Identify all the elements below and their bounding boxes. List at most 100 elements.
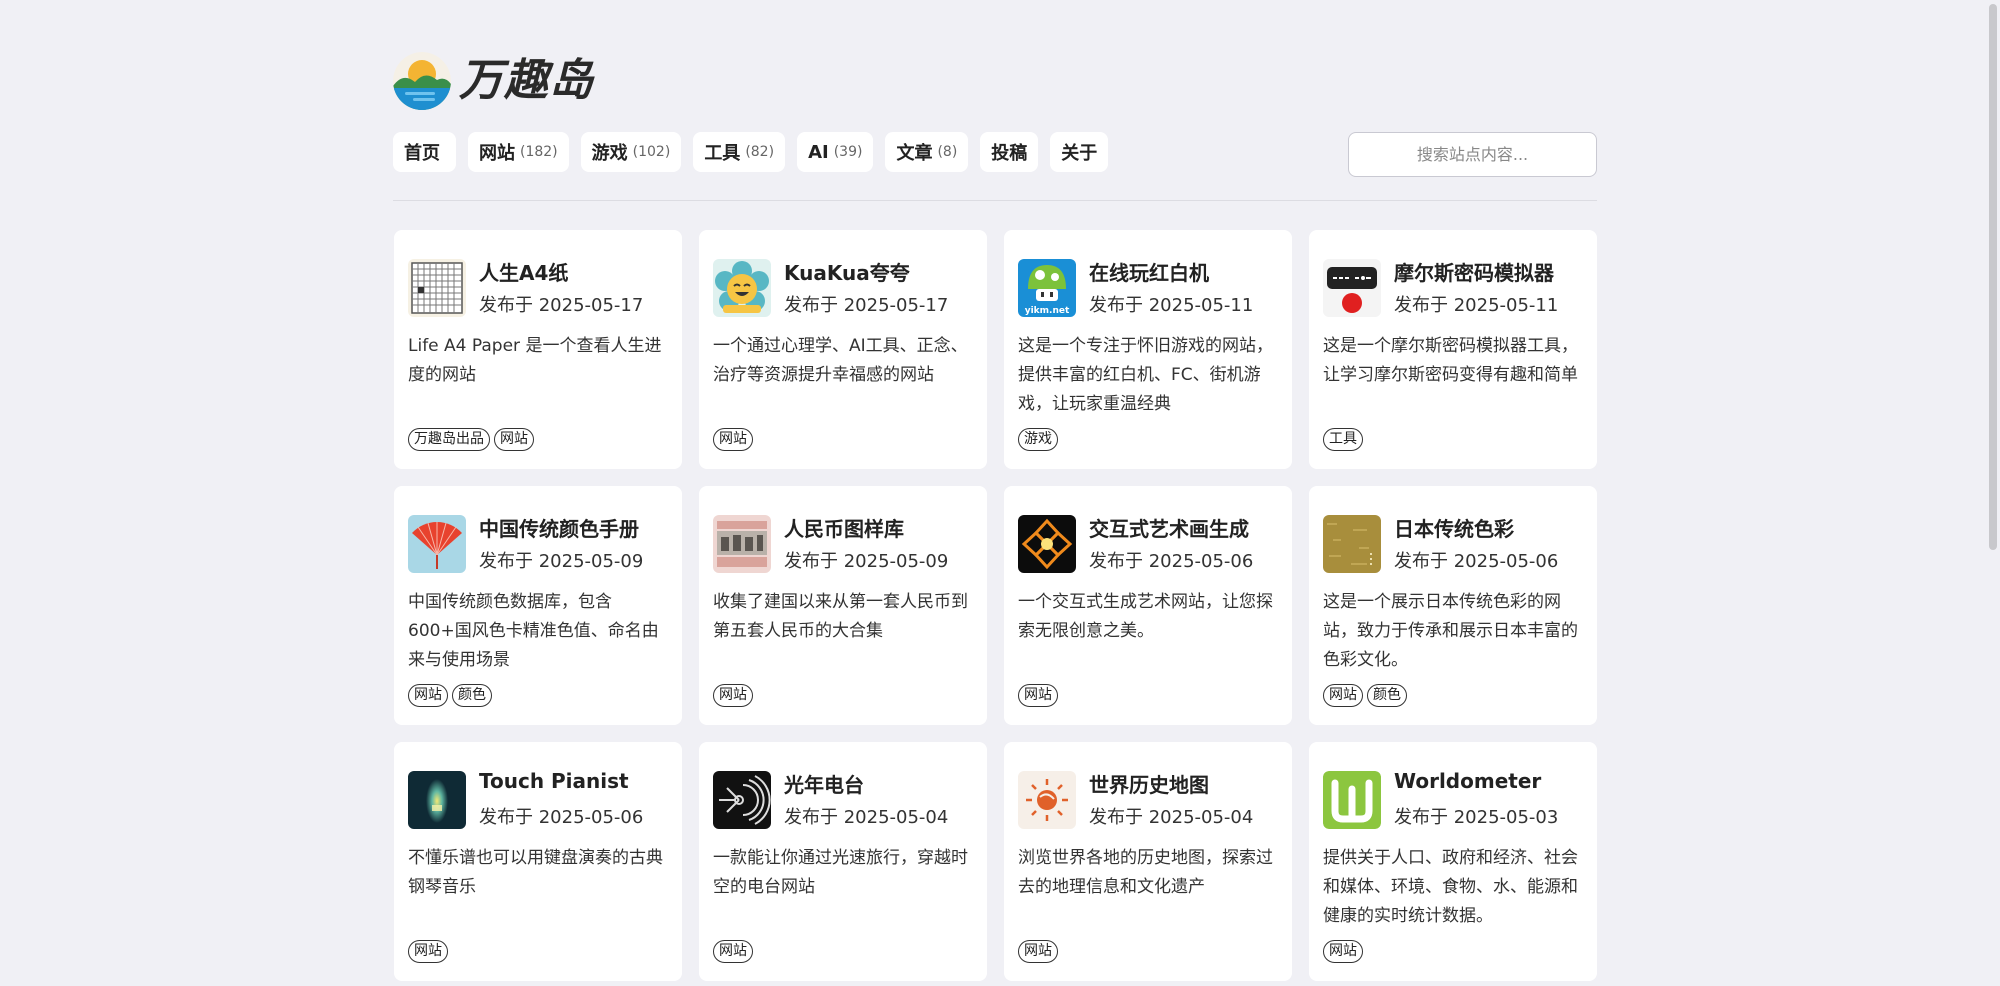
card-title: 日本传统色彩 — [1394, 517, 1514, 541]
card-date: 发布于 2025-05-03 — [1394, 807, 1559, 828]
nav-item-games[interactable]: 游戏 (102) — [580, 132, 682, 172]
tag[interactable]: 网站 — [408, 684, 448, 707]
card-title: 摩尔斯密码模拟器 — [1394, 261, 1554, 285]
card-title: 中国传统颜色手册 — [479, 517, 639, 541]
site-card-life-a4[interactable]: 人生A4纸 发布于 2025-05-17 Life A4 Paper 是一个查看… — [394, 230, 682, 469]
tag[interactable]: 网站 — [713, 940, 753, 963]
nav-label: 关于 — [1061, 143, 1098, 164]
card-date: 发布于 2025-05-04 — [1089, 807, 1254, 828]
card-date: 发布于 2025-05-06 — [1089, 551, 1254, 572]
card-description: 这是一个专注于怀旧游戏的网站，提供丰富的红白机、FC、街机游戏，让玩家重温经典 — [1018, 336, 1273, 414]
tag[interactable]: 网站 — [713, 428, 753, 451]
site-name: 万趣岛 — [459, 55, 594, 106]
card-tags: 网站 — [1018, 684, 1058, 707]
page-scrollbar[interactable] — [1986, 0, 2000, 986]
tag[interactable]: 网站 — [1018, 684, 1058, 707]
tag[interactable]: 万趣岛出品 — [408, 428, 490, 451]
tag[interactable]: 网站 — [1323, 684, 1363, 707]
banknote-icon — [713, 515, 771, 573]
tag[interactable]: 工具 — [1323, 428, 1363, 451]
nav-item-websites[interactable]: 网站 (182) — [468, 132, 569, 172]
card-title: 人民币图样库 — [784, 517, 904, 541]
card-title: Touch Pianist — [479, 769, 629, 793]
grid-paper-icon — [408, 259, 466, 317]
morse-key-icon — [1323, 259, 1381, 317]
card-description: 这是一个展示日本传统色彩的网站，致力于传承和展示日本丰富的色彩文化。 — [1323, 592, 1578, 670]
site-card-generative-art[interactable]: 交互式艺术画生成 发布于 2025-05-06 一个交互式生成艺术网站，让您探索… — [1004, 486, 1292, 725]
tag[interactable]: 网站 — [494, 428, 534, 451]
glow-icon — [408, 771, 466, 829]
search-input[interactable] — [1348, 132, 1597, 177]
nav-count: (8) — [937, 144, 958, 160]
nav-count: (82) — [745, 144, 775, 160]
card-description: 一个通过心理学、AI工具、正念、治疗等资源提升幸福感的网站 — [713, 336, 968, 385]
card-title: Worldometer — [1394, 769, 1542, 793]
card-date: 发布于 2025-05-04 — [784, 807, 949, 828]
card-title: 人生A4纸 — [479, 261, 569, 285]
main-nav: 首页 网站 (182) 游戏 (102) 工具 (82) AI (39) 文章 (8) 投… — [393, 132, 1109, 172]
sun-map-icon — [1018, 771, 1076, 829]
card-description: 一款能让你通过光速旅行，穿越时空的电台网站 — [713, 848, 968, 897]
card-tags: 网站 — [713, 940, 753, 963]
card-tags: 网站 — [1018, 940, 1058, 963]
card-description: 一个交互式生成艺术网站，让您探索无限创意之美。 — [1018, 592, 1273, 641]
tag[interactable]: 网站 — [1018, 940, 1058, 963]
site-card-chinese-colors[interactable]: 中国传统颜色手册 发布于 2025-05-09 中国传统颜色数据库，包含600+… — [394, 486, 682, 725]
tag[interactable]: 游戏 — [1018, 428, 1058, 451]
site-card-famicom[interactable]: yikm.net 在线玩红白机 发布于 2025-05-11 这是一个专注于怀旧… — [1004, 230, 1292, 469]
card-title: 光年电台 — [784, 773, 864, 797]
page: 万趣岛 首页 网站 (182) 游戏 (102) 工具 (82) AI (39) 文章(… — [0, 0, 2000, 986]
nav-label: 投稿 — [991, 143, 1028, 164]
tag[interactable]: 网站 — [1323, 940, 1363, 963]
card-tags: 万趣岛出品 网站 — [408, 428, 534, 451]
site-card-touch-pianist[interactable]: Touch Pianist 发布于 2025-05-06 不懂乐谱也可以用键盘演… — [394, 742, 682, 981]
nav-item-articles[interactable]: 文章 (8) — [885, 132, 969, 172]
radio-wave-icon — [713, 771, 771, 829]
nav-item-submit[interactable]: 投稿 — [980, 132, 1039, 172]
card-tags: 网站 颜色 — [1323, 684, 1407, 707]
card-tags: 网站 — [1323, 940, 1363, 963]
tag[interactable]: 颜色 — [452, 684, 492, 707]
card-tags: 网站 — [713, 428, 753, 451]
tag[interactable]: 颜色 — [1367, 684, 1407, 707]
site-card-japan-colors[interactable]: 日本传统色彩 发布于 2025-05-06 这是一个展示日本传统色彩的网站，致力… — [1309, 486, 1597, 725]
nav-item-tools[interactable]: 工具 (82) — [693, 132, 786, 172]
card-date: 发布于 2025-05-11 — [1394, 295, 1559, 316]
card-date: 发布于 2025-05-06 — [479, 807, 644, 828]
nav-count: (182) — [520, 144, 558, 160]
card-title: KuaKua夸夸 — [784, 261, 910, 285]
site-card-lightyear-radio[interactable]: 光年电台 发布于 2025-05-04 一款能让你通过光速旅行，穿越时空的电台网… — [699, 742, 987, 981]
fan-icon — [408, 515, 466, 573]
nav-label: 首页 — [404, 143, 440, 164]
card-description: 提供关于人口、政府和经济、社会和媒体、环境、食物、水、能源和健康的实时统计数据。 — [1323, 848, 1578, 926]
w-letter-icon — [1323, 771, 1381, 829]
nav-label: 工具 — [704, 143, 741, 164]
card-date: 发布于 2025-05-09 — [479, 551, 644, 572]
nav-item-about[interactable]: 关于 — [1050, 132, 1109, 172]
island-logo-icon — [393, 52, 451, 110]
scrollbar-thumb[interactable] — [1989, 4, 1997, 550]
site-logo[interactable]: 万趣岛 — [393, 52, 594, 110]
mushroom-icon: yikm.net — [1018, 259, 1076, 317]
site-card-worldometer[interactable]: Worldometer 发布于 2025-05-03 提供关于人口、政府和经济、… — [1309, 742, 1597, 981]
card-description: 这是一个摩尔斯密码模拟器工具，让学习摩尔斯密码变得有趣和简单 — [1323, 336, 1578, 385]
nav-label: 游戏 — [591, 143, 628, 164]
card-title: 世界历史地图 — [1089, 773, 1209, 797]
card-tags: 游戏 — [1018, 428, 1058, 451]
nav-count: (102) — [632, 144, 671, 160]
nav-item-home[interactable]: 首页 — [393, 132, 456, 172]
site-card-morse[interactable]: 摩尔斯密码模拟器 发布于 2025-05-11 这是一个摩尔斯密码模拟器工具，让… — [1309, 230, 1597, 469]
card-description: 不懂乐谱也可以用键盘演奏的古典钢琴音乐 — [408, 848, 663, 897]
card-description: 收集了建国以来从第一套人民币到第五套人民币的大合集 — [713, 592, 968, 641]
site-card-kuakua[interactable]: KuaKua夸夸 发布于 2025-05-17 一个通过心理学、AI工具、正念、… — [699, 230, 987, 469]
kaleidoscope-icon — [1018, 515, 1076, 573]
card-tags: 工具 — [1323, 428, 1363, 451]
tag[interactable]: 网站 — [408, 940, 448, 963]
card-tags: 网站 — [713, 684, 753, 707]
site-card-rmb[interactable]: 人民币图样库 发布于 2025-05-09 收集了建国以来从第一套人民币到第五套… — [699, 486, 987, 725]
card-tags: 网站 颜色 — [408, 684, 492, 707]
site-card-world-history-map[interactable]: 世界历史地图 发布于 2025-05-04 浏览世界各地的历史地图，探索过去的地… — [1004, 742, 1292, 981]
nav-item-ai[interactable]: AI (39) — [797, 132, 874, 172]
card-date: 发布于 2025-05-17 — [479, 295, 644, 316]
tag[interactable]: 网站 — [713, 684, 753, 707]
